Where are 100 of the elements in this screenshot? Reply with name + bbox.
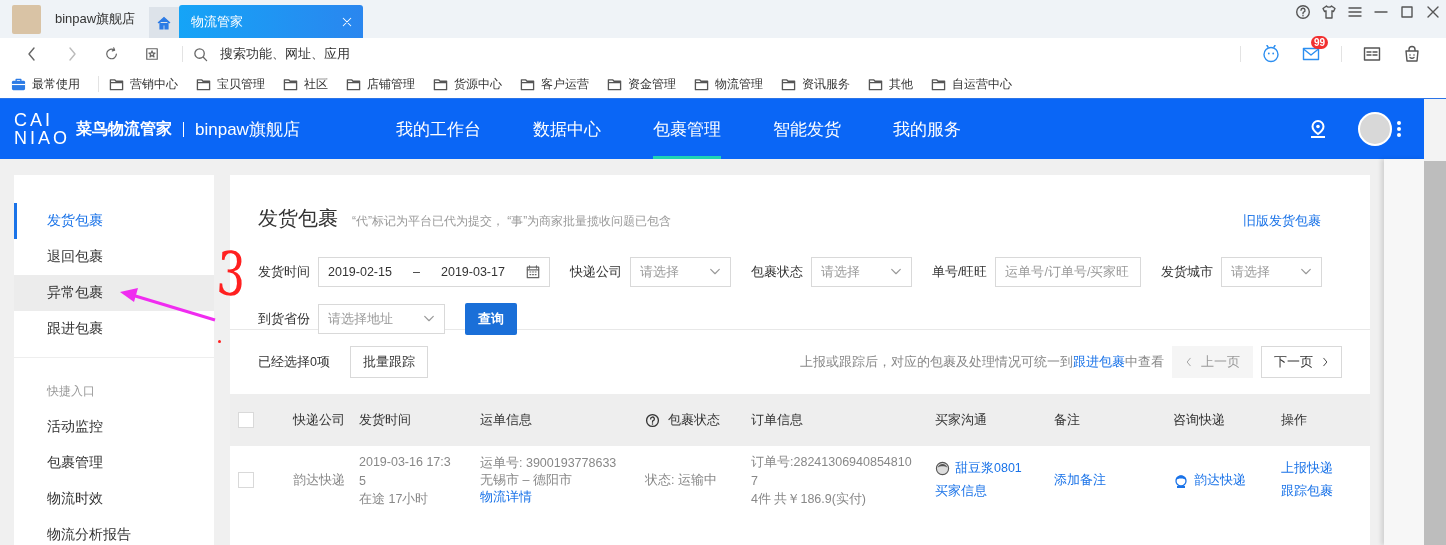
filter-label: 发货城市 (1161, 263, 1214, 281)
old-version-link[interactable]: 旧版发货包裹 (1243, 212, 1321, 230)
bookmark-item[interactable]: 最常使用 (11, 75, 80, 93)
date-range-field[interactable]: 2019-02-15 – 2019-03-17 (318, 257, 550, 287)
shortcut-link[interactable]: 物流分析报告 (14, 517, 214, 545)
nav-tab[interactable]: 我的工作台 (396, 99, 481, 159)
card-icon[interactable] (1363, 45, 1381, 63)
column-header: 发货时间 (359, 411, 411, 429)
more-icon[interactable] (1396, 120, 1402, 138)
calendar-icon (526, 265, 540, 279)
search-icon (193, 46, 208, 62)
address-field[interactable]: 搜索功能、网址、应用 (220, 47, 520, 61)
refresh-icon[interactable] (105, 46, 119, 62)
bookmark-item[interactable]: 宝贝管理 (196, 75, 265, 93)
column-header: 操作 (1281, 411, 1307, 429)
shop-tab-label[interactable]: binpaw旗舰店 (55, 10, 136, 28)
folder-icon (109, 76, 124, 92)
bookmark-item[interactable]: 营销中心 (109, 75, 178, 93)
sidebar-item[interactable]: 跟进包裹 (14, 311, 214, 347)
action-link[interactable]: 跟踪包裹 (1281, 483, 1370, 500)
filter-label: 包裹状态 (751, 263, 803, 281)
table-cell-text: 订单号:282413069408548107 (751, 453, 913, 490)
bookmark-item[interactable]: 物流管理 (694, 75, 763, 93)
section-title: 快捷入口 (46, 382, 96, 400)
menu-icon[interactable] (1347, 4, 1363, 20)
folder-icon (781, 76, 796, 92)
buyer-link[interactable]: 甜豆浆0801 (955, 460, 1022, 477)
bookmark-item[interactable]: 自运营中心 (931, 75, 1012, 93)
nav-tab[interactable]: 数据中心 (533, 99, 601, 159)
folder-icon (694, 76, 709, 92)
hint-text: 上报或跟踪后，对应的包裹及处理情况可统一到跟进包裹中查看 (800, 353, 1164, 371)
shortcut-link[interactable]: 活动监控 (14, 409, 214, 445)
table-cell-text: 运单号: 3900193778633 (480, 454, 618, 472)
table-cell-text: 2019-03-16 17:35 (359, 453, 451, 490)
home-icon (156, 14, 173, 31)
action-link[interactable]: 上报快递 (1281, 460, 1370, 477)
shortcut-link[interactable]: 包裹管理 (14, 445, 214, 481)
table-cell-text: 4件 共￥186.9(实付) (751, 490, 868, 508)
bookmark-item[interactable]: 资讯服务 (781, 75, 850, 93)
sidebar-item[interactable]: 退回包裹 (14, 239, 214, 275)
folder-icon (283, 76, 298, 92)
select-all-checkbox[interactable] (238, 412, 254, 428)
next-page-button[interactable]: 下一页 (1261, 346, 1342, 378)
folder-icon (931, 76, 946, 92)
column-header: 备注 (1054, 411, 1080, 429)
face-icon[interactable] (1262, 45, 1280, 63)
bag-icon[interactable] (1403, 45, 1421, 63)
avatar[interactable] (1358, 112, 1392, 146)
favorite-icon[interactable] (145, 46, 159, 62)
nav-tab[interactable]: 智能发货 (773, 99, 841, 159)
sidebar-item[interactable]: 异常包裹 (14, 275, 214, 311)
scrollbar[interactable] (1424, 161, 1446, 545)
close-icon[interactable] (1425, 4, 1441, 20)
page-subtitle: “代”标记为平台已代为提交， “事”为商家批量揽收问题已包含 (352, 213, 672, 230)
buyer-avatar-icon (935, 461, 950, 476)
column-header: 咨询快递 (1173, 411, 1225, 429)
buyer-info-link[interactable]: 买家信息 (935, 483, 1054, 500)
home-tab[interactable] (149, 7, 180, 38)
table-cell-text: 状态: 运输中 (645, 471, 718, 489)
bookmark-item[interactable]: 客户运营 (520, 75, 589, 93)
nav-tab[interactable]: 我的服务 (893, 99, 961, 159)
shortcut-link[interactable]: 物流时效 (14, 481, 214, 517)
folder-icon (520, 76, 535, 92)
search-button[interactable]: 查询 (465, 303, 517, 335)
toolbox-icon (11, 76, 26, 92)
selection-count: 已经选择0项 (258, 353, 330, 371)
bookmark-item[interactable]: 店铺管理 (346, 75, 415, 93)
location-pin-icon[interactable] (1308, 119, 1328, 139)
bookmark-item[interactable]: 资金管理 (607, 75, 676, 93)
close-icon[interactable] (341, 15, 354, 28)
add-remark-link[interactable]: 添加备注 (1054, 471, 1173, 489)
folder-icon (433, 76, 448, 92)
chevron-right-icon (1321, 357, 1329, 367)
chevron-left-icon (1185, 357, 1193, 367)
tracking-link[interactable]: 物流详情 (480, 488, 645, 506)
bookmark-item[interactable]: 货源中心 (433, 75, 502, 93)
bookmark-item[interactable]: 其他 (868, 75, 913, 93)
dot-mark (218, 340, 221, 343)
row-checkbox[interactable] (238, 472, 254, 488)
help-icon[interactable] (645, 412, 660, 428)
column-header: 运单信息 (480, 411, 532, 429)
column-header: 包裹状态 (668, 411, 720, 429)
table-cell-text: 在途 17小时 (359, 490, 430, 508)
column-header: 订单信息 (751, 411, 803, 429)
search-field[interactable]: 运单号/订单号/买家旺 (995, 257, 1142, 287)
filter-label: 发货时间 (258, 263, 310, 281)
mail-icon[interactable] (1302, 45, 1320, 63)
bookmark-item[interactable]: 社区 (283, 75, 328, 93)
contact-courier-link[interactable]: 韵达快递 (1194, 471, 1246, 489)
follow-up-link[interactable]: 跟进包裹 (1073, 354, 1125, 369)
shirt-icon[interactable] (1321, 4, 1337, 20)
column-header: 快递公司 (293, 411, 345, 429)
help-icon[interactable] (1295, 4, 1311, 20)
folder-icon (196, 76, 211, 92)
nav-tab[interactable]: 包裹管理 (653, 99, 721, 159)
batch-track-button[interactable]: 批量跟踪 (349, 346, 428, 378)
table-cell-text: 韵达快递 (293, 471, 346, 489)
filter-label: 到货省份 (258, 310, 310, 328)
sidebar-item[interactable]: 发货包裹 (14, 203, 214, 239)
maximize-icon[interactable] (1399, 4, 1415, 20)
